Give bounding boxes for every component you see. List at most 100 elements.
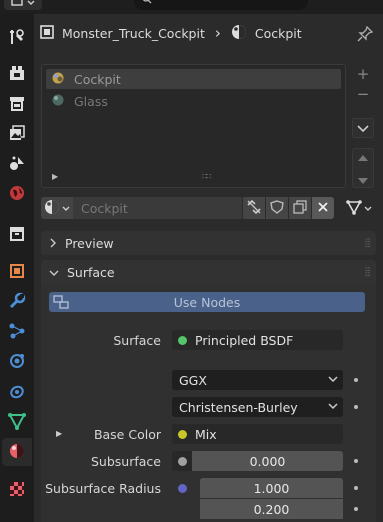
base-color-label: Base Color: [93, 427, 161, 442]
close-icon: [317, 201, 329, 216]
slot-label: Glass: [74, 93, 108, 109]
editor-type-selector[interactable]: [4, 0, 42, 10]
collection-icon: [8, 224, 26, 245]
tab-world[interactable]: [2, 180, 32, 208]
scene-icon: [8, 154, 26, 175]
tab-output[interactable]: [2, 90, 32, 118]
base-color-value: Mix: [195, 426, 217, 442]
slot-label: Cockpit: [74, 71, 121, 87]
list-filter-toggle-icon[interactable]: ▶: [52, 172, 58, 181]
material-icon: [8, 442, 26, 463]
base-color-input[interactable]: Mix: [172, 424, 343, 444]
search-input[interactable]: [134, 0, 308, 10]
tab-view-layer[interactable]: [2, 120, 32, 148]
browse-material-button[interactable]: [41, 197, 73, 219]
tab-scene[interactable]: [2, 150, 32, 178]
chevron-down-icon: [62, 201, 70, 215]
node-tree-icon: [53, 294, 69, 313]
tab-render[interactable]: [2, 60, 32, 88]
chevron-down-icon: [328, 400, 338, 415]
fake-user-button[interactable]: [265, 197, 288, 219]
keyframe-dot-icon[interactable]: [354, 378, 358, 382]
top-header: [0, 0, 383, 14]
material-preview-icon: [52, 72, 64, 87]
texture-icon: [8, 480, 26, 501]
move-slot-buttons: [352, 148, 374, 188]
keyframe-dot-icon[interactable]: [354, 459, 358, 463]
vector-socket-icon: [177, 483, 187, 493]
remove-slot-button[interactable]: −: [352, 84, 374, 104]
surface-panel-header[interactable]: Surface ::::::::: [41, 260, 376, 284]
material-name-field[interactable]: Cockpit: [73, 197, 242, 219]
vector-socket-toggle[interactable]: [172, 478, 192, 498]
pin-icon[interactable]: [357, 25, 374, 45]
slot-side-buttons: + −: [352, 64, 376, 188]
chevron-down-icon: [27, 0, 35, 9]
world-icon: [8, 184, 26, 205]
material-icon: [231, 24, 247, 43]
mesh-data-icon: [8, 412, 26, 433]
tool-icon: [8, 28, 26, 49]
keyframe-dot-icon[interactable]: [354, 486, 358, 490]
drag-grip-icon[interactable]: ::::::::: [365, 266, 372, 278]
tab-tool[interactable]: [2, 24, 32, 52]
material-datablock-row: Cockpit: [41, 197, 376, 219]
constraints-icon: [8, 382, 26, 403]
float-socket-toggle[interactable]: [172, 451, 192, 471]
search-icon: [142, 0, 152, 7]
move-down-icon[interactable]: [358, 171, 368, 189]
tab-constraints[interactable]: [2, 378, 32, 406]
duplicate-icon: [293, 199, 307, 217]
mesh-data-icon: [346, 199, 362, 218]
tab-particles[interactable]: [2, 318, 32, 346]
view-layer-icon: [8, 124, 26, 145]
subsurface-value-field[interactable]: 0.000: [192, 451, 343, 471]
slot-specials-button[interactable]: [352, 118, 374, 138]
subsurface-label: Subsurface: [91, 454, 161, 469]
properties-tab-bar: [0, 14, 34, 522]
tab-physics[interactable]: [2, 348, 32, 376]
list-item[interactable]: Glass: [46, 91, 341, 111]
subsurface-radius-label: Subsurface Radius: [45, 481, 161, 496]
float-socket-icon: [177, 456, 187, 466]
chevron-down-icon: [328, 373, 338, 388]
distribution-value: GGX: [179, 372, 207, 388]
surface-shader-selector[interactable]: Principled BSDF: [172, 330, 343, 350]
subsurface-radius-y-field[interactable]: 0.200: [200, 499, 343, 519]
breadcrumb-separator: ›: [214, 24, 221, 42]
subsurface-radius-x-field[interactable]: 1.000: [200, 478, 343, 498]
keyframe-dot-icon[interactable]: [354, 507, 358, 511]
breadcrumb: Monster_Truck_Cockpit › Cockpit: [40, 20, 302, 46]
tab-collection[interactable]: [2, 220, 32, 248]
use-nodes-label: Use Nodes: [173, 294, 241, 310]
unlink-button[interactable]: [242, 197, 265, 219]
panel-title: Preview: [65, 235, 114, 251]
add-slot-button[interactable]: +: [352, 64, 374, 84]
distribution-dropdown[interactable]: GGX: [172, 370, 343, 390]
chevron-down-icon: [357, 119, 369, 137]
properties-main: Monster_Truck_Cockpit › Cockpit Cockpit …: [34, 14, 383, 522]
tab-modifiers[interactable]: [2, 288, 32, 316]
breadcrumb-object-name: Monster_Truck_Cockpit: [62, 25, 205, 41]
tab-object[interactable]: [2, 258, 32, 286]
tab-data[interactable]: [2, 408, 32, 436]
use-nodes-button[interactable]: Use Nodes: [49, 292, 365, 312]
tab-material[interactable]: [2, 438, 32, 466]
list-item[interactable]: Cockpit: [46, 69, 341, 89]
tab-texture[interactable]: [2, 476, 32, 504]
list-resize-grip-icon[interactable]: ∷∷: [202, 172, 211, 181]
preview-panel-header[interactable]: Preview ::::::::: [41, 231, 376, 255]
unlink-material-button[interactable]: [311, 197, 334, 219]
object-icon: [8, 262, 26, 283]
broken-link-icon: [246, 199, 262, 218]
surface-shader-value: Principled BSDF: [195, 332, 294, 348]
panel-title: Surface: [67, 264, 115, 280]
keyframe-dot-icon[interactable]: [354, 405, 358, 409]
drag-grip-icon[interactable]: ::::::::: [365, 237, 372, 249]
material-preview-icon: [52, 94, 64, 109]
move-up-icon[interactable]: [358, 147, 368, 165]
properties-editor-icon: [11, 0, 23, 9]
subsurface-method-dropdown[interactable]: Christensen-Burley: [172, 397, 343, 417]
duplicate-material-button[interactable]: [288, 197, 311, 219]
link-type-button[interactable]: [342, 197, 376, 219]
